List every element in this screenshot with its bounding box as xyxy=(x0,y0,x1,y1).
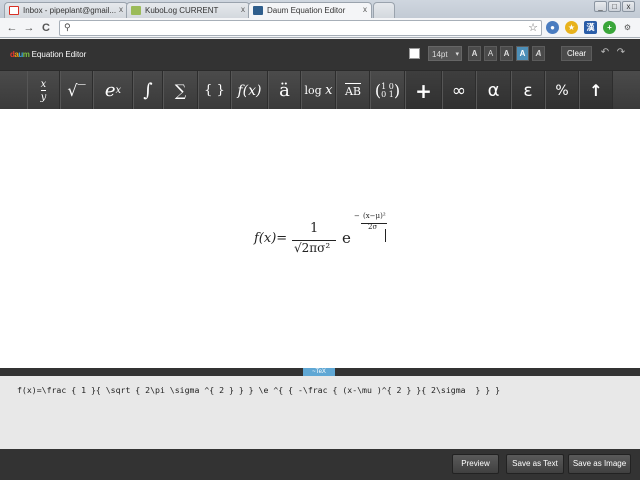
back-icon[interactable]: ← xyxy=(5,21,19,35)
tab-label: Inbox - pipeplant@gmail... xyxy=(23,6,117,15)
minimize-button[interactable]: _ xyxy=(594,1,607,12)
new-tab-button[interactable] xyxy=(373,2,395,18)
tab-daum-equation-editor[interactable]: Daum Equation Editor x xyxy=(248,2,372,18)
tab-kubolog[interactable]: KuboLog CURRENT x xyxy=(126,2,250,18)
greek-button[interactable]: α xyxy=(476,71,511,110)
italic-button[interactable]: A xyxy=(532,46,545,61)
close-window-button[interactable]: x xyxy=(622,1,635,12)
undo-icon[interactable]: ↶ xyxy=(598,46,612,61)
kubolog-icon xyxy=(131,6,141,15)
accent-button[interactable]: ä xyxy=(268,71,301,110)
gmail-icon xyxy=(9,6,19,15)
fraction-button[interactable]: xy xyxy=(27,71,60,110)
sqrt-button[interactable]: √‾ xyxy=(60,71,93,110)
bold-button[interactable]: A xyxy=(468,46,481,61)
integral-button[interactable]: ∫ xyxy=(133,71,163,110)
symbol-toolbar: xy √‾ ex ∫ ∑ { } f(x) ä log x AB (1 00 1… xyxy=(0,70,640,110)
percent-button[interactable]: % xyxy=(545,71,579,110)
braces-button[interactable]: { } xyxy=(198,71,231,110)
translate-icon[interactable]: ● xyxy=(546,21,559,34)
browser-tab-strip: Inbox - pipeplant@gmail... x KuboLog CUR… xyxy=(0,0,640,18)
app-title: Equation Editor xyxy=(31,50,87,59)
bookmark-star-icon[interactable]: ★ xyxy=(565,21,578,34)
bookmark-star-icon[interactable]: ☆ xyxy=(528,21,538,34)
tab-inbox[interactable]: Inbox - pipeplant@gmail... x xyxy=(4,2,128,18)
formula-lhs: f(x)= xyxy=(254,231,288,246)
tex-toggle-button[interactable]: ~TeX xyxy=(303,368,335,376)
color-picker[interactable] xyxy=(409,48,420,59)
save-as-image-button[interactable]: Save as Image xyxy=(568,454,631,474)
daum-logo: daum Equation Editor xyxy=(10,50,87,59)
roman-button[interactable]: A xyxy=(500,46,513,61)
tab-close-icon[interactable]: x xyxy=(119,5,123,14)
tex-source-text[interactable]: f(x)=\frac { 1 }{ \sqrt { 2\pi \sigma ^{… xyxy=(17,385,500,395)
infinity-button[interactable]: ∞ xyxy=(442,71,476,110)
selected-style-button[interactable]: A xyxy=(516,46,529,61)
tab-close-icon[interactable]: x xyxy=(363,5,367,14)
search-icon: ⚲ xyxy=(64,22,71,32)
formula-numerator: 1 xyxy=(310,221,319,236)
editor-header: daum Equation Editor 14pt ▾ A A A A A Cl… xyxy=(0,39,640,70)
exponent-button[interactable]: ex xyxy=(93,71,133,110)
function-button[interactable]: f(x) xyxy=(231,71,268,110)
exponent-numerator: (x−μ)² xyxy=(363,212,386,220)
epsilon-button[interactable]: ε xyxy=(511,71,545,110)
exponent-fraction-bar xyxy=(361,223,387,224)
arrow-button[interactable]: ↑ xyxy=(579,71,613,110)
log-button[interactable]: log x xyxy=(301,71,336,110)
exponent-sign: − xyxy=(354,212,360,220)
wrench-icon[interactable]: ⚙ xyxy=(621,21,634,34)
equation-canvas[interactable]: f(x)= 1 √2πσ² e − (x−μ)² 2σ xyxy=(0,109,640,368)
formula-denominator: √2πσ² xyxy=(294,241,331,255)
reload-icon[interactable]: C xyxy=(39,21,53,35)
daum-icon xyxy=(253,6,263,15)
chinese-ext-icon[interactable]: 漢 xyxy=(584,21,597,34)
save-as-text-button[interactable]: Save as Text xyxy=(506,454,564,474)
formula-base: e xyxy=(342,229,351,247)
address-bar[interactable]: ⚲ ☆ xyxy=(59,20,542,36)
tex-source-panel[interactable]: f(x)=\frac { 1 }{ \sqrt { 2\pi \sigma ^{… xyxy=(0,376,640,449)
chevron-down-icon: ▾ xyxy=(455,51,459,58)
operators-button[interactable]: + xyxy=(405,71,442,110)
browser-toolbar: ← → C ⚲ ☆ ● ★ 漢 + ⚙ xyxy=(0,18,640,38)
add-icon[interactable]: + xyxy=(603,21,616,34)
exponent-denominator: 2σ xyxy=(368,223,378,231)
tab-label: KuboLog CURRENT xyxy=(145,6,219,15)
formula-exponent: − (x−μ)² 2σ xyxy=(354,212,386,231)
action-bar: Preview Save as Text Save as Image xyxy=(0,449,640,480)
sum-button[interactable]: ∑ xyxy=(163,71,198,110)
preview-button[interactable]: Preview xyxy=(452,454,499,474)
matrix-button[interactable]: (1 00 1) xyxy=(370,71,405,110)
font-size-select[interactable]: 14pt ▾ xyxy=(428,46,462,61)
normal-button[interactable]: A xyxy=(484,46,497,61)
maximize-button[interactable]: □ xyxy=(608,1,621,12)
clear-button[interactable]: Clear xyxy=(561,46,592,61)
redo-icon[interactable]: ↷ xyxy=(614,46,628,61)
text-cursor xyxy=(385,229,386,242)
forward-icon[interactable]: → xyxy=(22,21,36,35)
tab-close-icon[interactable]: x xyxy=(241,5,245,14)
tab-label: Daum Equation Editor xyxy=(267,6,346,15)
overline-button[interactable]: AB xyxy=(336,71,370,110)
